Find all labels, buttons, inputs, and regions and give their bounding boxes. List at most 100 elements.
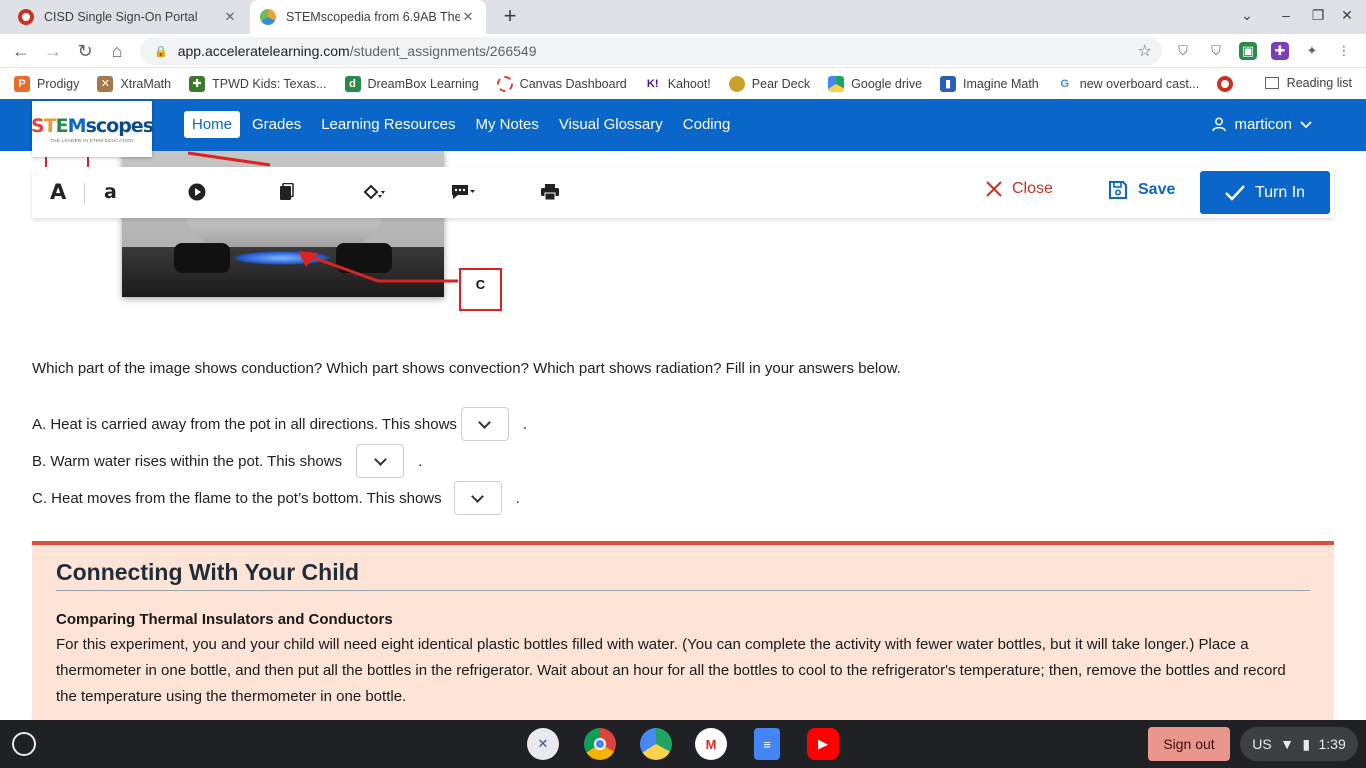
bookmark-kahoot[interactable]: K! Kahoot! [644, 75, 711, 92]
cisd-bookmark-icon [1217, 75, 1234, 92]
nav-my-notes[interactable]: My Notes [467, 111, 546, 138]
bookmark-overboard[interactable]: Gnew overboard cast... [1056, 75, 1200, 92]
question-item-text: C. Heat moves from the flame to the pot’… [32, 489, 442, 507]
gmail-app-icon[interactable]: M [695, 728, 727, 760]
nav-grades[interactable]: Grades [244, 111, 309, 138]
question-item-a: A. Heat is carried away from the pot in … [32, 407, 527, 441]
bookmark-cisd[interactable] [1217, 75, 1240, 92]
toolbar-divider [84, 183, 85, 203]
print-icon[interactable] [540, 179, 560, 205]
url-host: app.acceleratelearning.com [177, 43, 350, 59]
nav-coding[interactable]: Coding [675, 111, 739, 138]
minimize-icon[interactable]: – [1276, 7, 1296, 23]
battery-icon: ▮ [1302, 735, 1311, 752]
launcher-icon[interactable] [12, 732, 36, 756]
bookmark-label: DreamBox Learning [367, 76, 479, 91]
bookmark-label: XtraMath [120, 76, 172, 91]
back-arrow-icon[interactable]: ← [10, 40, 32, 62]
answer-dropdown-b[interactable] [356, 444, 405, 478]
forward-arrow-icon[interactable]: → [42, 40, 64, 62]
bookmark-label: TPWD Kids: Texas... [212, 76, 327, 91]
prodigy-icon: P [14, 75, 30, 92]
callout-body: For this experiment, you and your child … [56, 636, 1286, 705]
google-docs-app-icon[interactable]: ≡ [754, 728, 780, 760]
logo-tagline: THE LEADER IN STEM EDUCATION [50, 138, 134, 143]
kahoot-icon: K! [644, 75, 661, 92]
play-audio-icon[interactable] [188, 179, 206, 205]
bookmark-canvas[interactable]: Canvas Dashboard [496, 75, 627, 92]
photo-extension-icon[interactable]: ▣ [1239, 42, 1257, 60]
logo-wordmark: STEMscopes [31, 115, 154, 137]
close-icon [986, 181, 1002, 197]
reading-list[interactable]: Reading list [1264, 76, 1352, 90]
texas-icon: ✚ [189, 75, 206, 92]
shield-extension-icon[interactable]: ⛉ [1174, 42, 1192, 60]
nav-learning-resources[interactable]: Learning Resources [313, 111, 463, 138]
bookmark-label: Google drive [851, 76, 923, 91]
system-tray[interactable]: US ▼ ▮ 1:39 [1240, 727, 1358, 761]
os-shelf: ✕ M ≡ ▶ Sign out US ▼ ▮ 1:39 [0, 720, 1366, 768]
google-drive-app-icon[interactable] [640, 728, 672, 760]
comment-icon[interactable] [450, 179, 476, 205]
bookmark-label: new overboard cast... [1079, 76, 1200, 91]
reader-toolbar: A a Close Save Turn In [32, 167, 1334, 218]
question-item-end: . [418, 452, 423, 470]
tab-stemscopedia[interactable]: STEMscopedia from 6.9AB Therm ✕ [250, 0, 486, 34]
turn-in-button[interactable]: Turn In [1200, 171, 1330, 214]
dreambox-icon: d [344, 75, 361, 92]
tab-close-icon[interactable]: ✕ [222, 9, 238, 25]
shield-outline-extension-icon[interactable]: ⛉ [1207, 42, 1225, 60]
new-tab-icon[interactable]: + [498, 5, 522, 29]
decrease-text-size-button[interactable]: a [104, 179, 117, 205]
nav-visual-glossary[interactable]: Visual Glossary [551, 111, 671, 138]
restore-icon[interactable]: ❐ [1308, 7, 1328, 24]
bookmark-imagine-math[interactable]: ▮ Imagine Math [940, 75, 1039, 92]
stemscopes-logo[interactable]: STEMscopes THE LEADER IN STEM EDUCATION [31, 101, 154, 157]
puzzle-purple-extension-icon[interactable]: ✚ [1271, 42, 1289, 60]
bookmark-prodigy[interactable]: P Prodigy [14, 75, 79, 92]
bookmark-peardeck[interactable]: Pear Deck [728, 75, 810, 92]
user-menu[interactable]: marticon [1212, 116, 1312, 133]
save-button[interactable]: Save [1108, 180, 1175, 200]
tab-cisd-portal[interactable]: CISD Single Sign-On Portal ✕ [8, 0, 248, 34]
bookmark-label: Kahoot! [667, 76, 711, 91]
close-button[interactable]: Close [986, 180, 1053, 198]
increase-text-size-button[interactable]: A [50, 179, 66, 205]
callout-heading: Connecting With Your Child [56, 559, 1310, 591]
youtube-app-icon[interactable]: ▶ [807, 728, 839, 760]
bookmark-star-icon[interactable]: ☆ [1138, 41, 1152, 61]
bookmark-tpwd[interactable]: ✚ TPWD Kids: Texas... [189, 75, 327, 92]
tab-title: CISD Single Sign-On Portal [44, 10, 198, 24]
reload-icon[interactable]: ↻ [74, 40, 96, 62]
home-icon[interactable]: ⌂ [106, 40, 128, 62]
chrome-app-icon[interactable] [584, 728, 616, 760]
address-bar[interactable]: 🔒 app.acceleratelearning.com/student_ass… [140, 37, 1162, 65]
answer-dropdown-a[interactable] [460, 407, 509, 441]
copy-icon[interactable] [278, 179, 294, 205]
checkmark-icon [1225, 184, 1245, 201]
highlighter-icon[interactable] [362, 179, 386, 205]
chrome-menu-icon[interactable]: ⋮ [1335, 42, 1353, 60]
question-item-end: . [522, 415, 528, 433]
xtramath-app-icon[interactable]: ✕ [527, 728, 559, 760]
bookmark-google-drive[interactable]: Google drive [828, 75, 923, 92]
window-close-icon[interactable]: ✕ [1337, 7, 1357, 24]
reading-list-label: Reading list [1286, 76, 1352, 90]
pear-icon [728, 75, 745, 92]
tab-search-chevron-icon[interactable]: ⌄ [1237, 7, 1257, 24]
reading-list-icon [1264, 77, 1279, 89]
chevron-down-icon [1300, 120, 1312, 128]
tab-close-icon[interactable]: ✕ [460, 9, 476, 25]
sign-out-button[interactable]: Sign out [1148, 727, 1230, 761]
bookmark-dreambox[interactable]: d DreamBox Learning [344, 75, 479, 92]
nav-home[interactable]: Home [184, 111, 241, 138]
question-item-b: B. Warm water rises within the pot. This… [32, 444, 422, 478]
extensions-puzzle-icon[interactable]: ✦ [1303, 42, 1321, 60]
save-label: Save [1138, 181, 1176, 198]
chevron-down-icon [373, 452, 387, 466]
answer-dropdown-c[interactable] [453, 481, 502, 515]
browser-toolbar: ← → ↻ ⌂ 🔒 app.acceleratelearning.com/stu… [0, 34, 1366, 68]
main-nav: Home Grades Learning Resources My Notes … [184, 111, 738, 138]
bookmark-xtramath[interactable]: ✕ XtraMath [97, 75, 172, 92]
save-icon [1109, 181, 1127, 199]
